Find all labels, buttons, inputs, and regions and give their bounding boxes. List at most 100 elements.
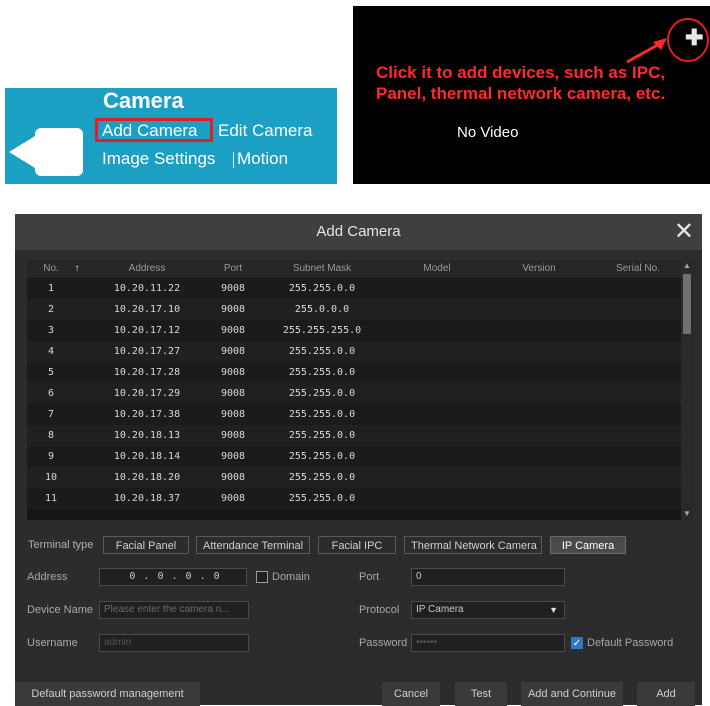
cell-mask: 255.255.0.0 — [288, 451, 356, 462]
cell-no: 3 — [47, 325, 55, 336]
motion-link[interactable]: Motion — [237, 148, 288, 170]
add-button[interactable]: Add — [637, 682, 695, 706]
device-name-field[interactable]: Please enter the camera n... — [99, 601, 249, 619]
menu-separator — [233, 152, 234, 168]
terminal-type-thermal-network-camera[interactable]: Thermal Network Camera — [404, 536, 542, 554]
scroll-up-icon[interactable]: ▲ — [681, 260, 693, 272]
cell-mask: 255.255.0.0 — [288, 409, 356, 420]
add-camera-link[interactable]: Add Camera — [102, 120, 197, 142]
table-row[interactable]: 5 10.20.17.28 9008 255.255.0.0 — [27, 362, 681, 383]
default-password-checkbox[interactable]: ✓ — [571, 637, 583, 649]
table-row[interactable]: 7 10.20.17.38 9008 255.255.0.0 — [27, 404, 681, 425]
column-header-no[interactable]: No. — [33, 260, 69, 278]
plus-icon[interactable]: ✚ — [685, 26, 703, 50]
protocol-select[interactable]: IP Camera ▼ — [411, 601, 565, 619]
chevron-down-icon[interactable]: ▼ — [549, 602, 558, 618]
camera-menu-panel: Camera Add Camera Edit Camera Image Sett… — [5, 88, 337, 184]
table-row[interactable]: 4 10.20.17.27 9008 255.255.0.0 — [27, 341, 681, 362]
column-header-address[interactable]: Address — [103, 260, 191, 278]
table-header: No. ↑ Address Port Subnet Mask Model Ver… — [27, 260, 681, 278]
dialog-title: Add Camera — [316, 223, 401, 240]
column-header-subnet-mask[interactable]: Subnet Mask — [277, 260, 367, 278]
cell-address: 10.20.18.37 — [113, 493, 181, 504]
table-row[interactable]: 8 10.20.18.13 9008 255.255.0.0 — [27, 425, 681, 446]
cell-mask: 255.255.0.0 — [288, 472, 356, 483]
cell-address: 10.20.17.10 — [113, 304, 181, 315]
cell-no: 8 — [47, 430, 55, 441]
column-header-version[interactable]: Version — [505, 260, 573, 278]
column-header-port[interactable]: Port — [211, 260, 255, 278]
cell-no: 5 — [47, 367, 55, 378]
table-row[interactable]: 1 10.20.11.22 9008 255.255.0.0 — [27, 278, 681, 299]
cell-mask: 255.255.0.0 — [288, 346, 356, 357]
table-row[interactable]: 11 10.20.18.37 9008 255.255.0.0 — [27, 488, 681, 509]
test-button[interactable]: Test — [455, 682, 507, 706]
cell-port: 9008 — [220, 430, 246, 441]
domain-label: Domain — [272, 571, 310, 583]
domain-checkbox[interactable] — [256, 571, 268, 583]
cell-address: 10.20.17.12 — [113, 325, 181, 336]
port-label: Port — [359, 571, 380, 583]
cell-port: 9008 — [220, 304, 246, 315]
cell-no: 7 — [47, 409, 55, 420]
cell-no: 11 — [44, 493, 58, 504]
callout-arrow — [626, 38, 667, 64]
image-settings-link[interactable]: Image Settings — [102, 148, 215, 170]
table-row[interactable]: 3 10.20.17.12 9008 255.255.255.0 — [27, 320, 681, 341]
no-video-label: No Video — [457, 124, 519, 141]
edit-camera-link[interactable]: Edit Camera — [218, 120, 312, 142]
cell-mask: 255.255.0.0 — [288, 388, 356, 399]
table-row[interactable]: 2 10.20.17.10 9008 255.0.0.0 — [27, 299, 681, 320]
terminal-type-facial-panel[interactable]: Facial Panel — [103, 536, 189, 554]
cell-no: 9 — [47, 451, 55, 462]
password-label: Password — [359, 637, 408, 649]
table-body: 1 10.20.11.22 9008 255.255.0.0 2 10.20.17.10 9… — [27, 278, 681, 509]
username-field[interactable]: admin — [99, 634, 249, 652]
password-field[interactable]: •••••• — [411, 634, 565, 652]
column-header-serial-no[interactable]: Serial No. — [599, 260, 677, 278]
table-row[interactable]: 9 10.20.18.14 9008 255.255.0.0 — [27, 446, 681, 467]
terminal-type-facial-ipc[interactable]: Facial IPC — [318, 536, 396, 554]
cell-address: 10.20.17.27 — [113, 346, 181, 357]
cell-port: 9008 — [220, 346, 246, 357]
camera-icon — [9, 136, 35, 168]
cancel-button[interactable]: Cancel — [382, 682, 440, 706]
cell-address: 10.20.18.14 — [113, 451, 181, 462]
scroll-down-icon[interactable]: ▼ — [681, 508, 693, 520]
cell-mask: 255.0.0.0 — [294, 304, 350, 315]
cell-mask: 255.255.0.0 — [288, 283, 356, 294]
close-icon[interactable]: ✕ — [674, 216, 694, 248]
cell-address: 10.20.17.28 — [113, 367, 181, 378]
address-field[interactable]: 0 . 0 . 0 . 0 — [99, 568, 247, 586]
device-table: No. ↑ Address Port Subnet Mask Model Ver… — [27, 260, 693, 520]
cell-port: 9008 — [220, 325, 246, 336]
terminal-type-attendance-terminal[interactable]: Attendance Terminal — [196, 536, 310, 554]
terminal-type-ip-camera[interactable]: IP Camera — [550, 536, 626, 554]
table-row[interactable]: 6 10.20.17.29 9008 255.255.0.0 — [27, 383, 681, 404]
protocol-label: Protocol — [359, 604, 400, 616]
default-password-management-button[interactable]: Default password management — [15, 682, 200, 706]
cell-address: 10.20.11.22 — [113, 283, 181, 294]
column-header-model[interactable]: Model — [407, 260, 467, 278]
sort-ascending-icon[interactable]: ↑ — [71, 260, 83, 278]
protocol-value: IP Camera — [416, 604, 464, 615]
scroll-thumb[interactable] — [683, 274, 691, 334]
cell-mask: 255.255.0.0 — [288, 367, 356, 378]
cell-address: 10.20.17.38 — [113, 409, 181, 420]
cell-port: 9008 — [220, 451, 246, 462]
username-label: Username — [27, 637, 78, 649]
cell-address: 10.20.18.13 — [113, 430, 181, 441]
add-and-continue-button[interactable]: Add and Continue — [521, 682, 623, 706]
cell-port: 9008 — [220, 283, 246, 294]
device-name-label: Device Name — [27, 604, 94, 616]
terminal-type-label: Terminal type — [28, 539, 94, 551]
cell-no: 4 — [47, 346, 55, 357]
cell-address: 10.20.18.20 — [113, 472, 181, 483]
table-row[interactable]: 10 10.20.18.20 9008 255.255.0.0 — [27, 467, 681, 488]
cell-no: 2 — [47, 304, 55, 315]
table-scrollbar[interactable]: ▲ ▼ — [681, 260, 693, 520]
port-field[interactable]: 0 — [411, 568, 565, 586]
add-camera-dialog: Add Camera ✕ No. ↑ Address Port Subnet M… — [15, 214, 702, 706]
cell-mask: 255.255.0.0 — [288, 493, 356, 504]
video-preview-panel: Click it to add devices, such as IPC, Pa… — [353, 6, 710, 184]
